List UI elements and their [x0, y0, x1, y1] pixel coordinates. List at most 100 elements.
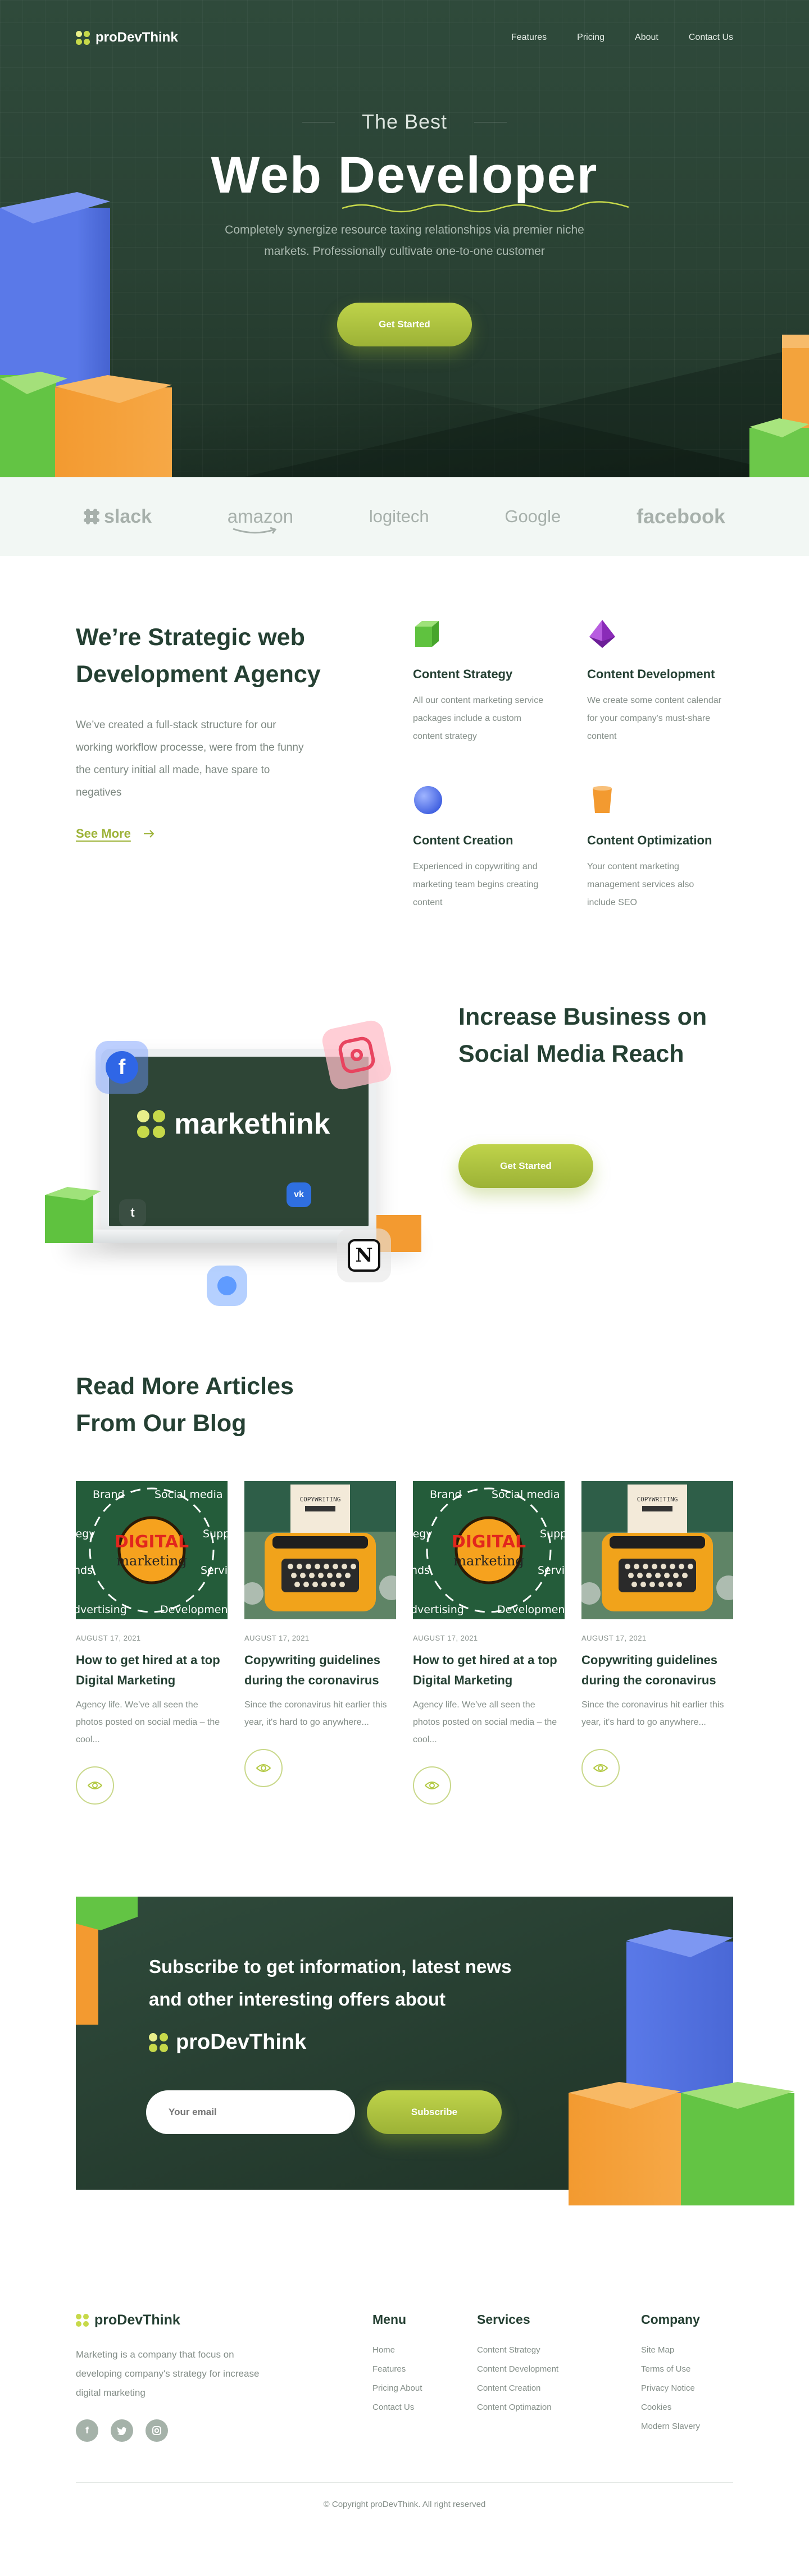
footer-link-terms[interactable]: Terms of Use [641, 2360, 733, 2379]
typewriter-image: COPYWRITING [244, 1481, 396, 1619]
view-post-button[interactable] [244, 1749, 283, 1787]
social-get-started-button[interactable]: Get Started [458, 1144, 593, 1188]
facebook-icon[interactable]: f [76, 2419, 98, 2442]
top-nav: proDevThink Features Pricing About Conta… [76, 0, 733, 75]
logo-dots-icon [149, 2033, 168, 2052]
footer-link-content-optimization[interactable]: Content Optimazion [477, 2398, 641, 2417]
footer-link-privacy[interactable]: Privacy Notice [641, 2379, 733, 2398]
footer-link-content-strategy[interactable]: Content Strategy [477, 2341, 641, 2360]
post-title[interactable]: How to get hired at a top Digital Market… [76, 1650, 228, 1691]
green-cube-decoration [76, 1897, 138, 1930]
strategy-description: We’ve created a full-stack structure for… [76, 719, 304, 798]
green-cube-icon [413, 619, 443, 649]
subscribe-brand-text: proDevThink [176, 2030, 307, 2054]
footer-link-features[interactable]: Features [372, 2360, 477, 2379]
post-title[interactable]: How to get hired at a top Digital Market… [413, 1650, 565, 1691]
logo-dots-icon [76, 30, 90, 45]
digital-word: DIGITAL [115, 1532, 189, 1552]
post-date: AUGUST 17, 2021 [581, 1634, 647, 1642]
nav-link-features[interactable]: Features [511, 33, 547, 43]
email-input[interactable] [146, 2090, 355, 2134]
post-title[interactable]: Copywriting guidelines during the corona… [581, 1650, 733, 1691]
squiggle-underline-icon [342, 201, 629, 213]
feature-title: Content Optimization [587, 833, 712, 847]
eye-icon [425, 1782, 439, 1789]
orange-cube-decoration [569, 2093, 681, 2205]
eye-icon [88, 1782, 102, 1789]
footer-link-content-development[interactable]: Content Development [477, 2360, 641, 2379]
footer-link-cookies[interactable]: Cookies [641, 2398, 733, 2417]
footer-link-content-creation[interactable]: Content Creation [477, 2379, 641, 2398]
blog-post-card[interactable]: DIGITAL marketing Brand Social media teg… [413, 1481, 565, 1805]
notion-app-icon: N [337, 1228, 391, 1282]
blog-post-card[interactable]: DIGITAL marketing Brand Social media teg… [76, 1481, 228, 1805]
social-media-word: Social media [492, 1488, 560, 1501]
footer-about: proDevThink Marketing is a company that … [76, 2312, 278, 2442]
brand-slack: slack [84, 506, 152, 528]
blog-grid: DIGITAL marketing Brand Social media teg… [76, 1481, 733, 1805]
orange-cube-right-top [782, 335, 809, 348]
blue-app-icon [207, 1266, 247, 1306]
nav-link-pricing[interactable]: Pricing [577, 33, 605, 43]
slack-logo-icon [84, 509, 99, 524]
footer-link-site-map[interactable]: Site Map [641, 2341, 733, 2360]
footer-col-title: Services [477, 2312, 530, 2327]
hero-subtitle: Completely synergize resource taxing rel… [225, 223, 584, 258]
social-section: markethink f t vk N Increase Business on… [0, 970, 809, 1335]
view-post-button[interactable] [76, 1766, 114, 1805]
purple-gem-icon [587, 619, 617, 649]
feature-grid: Content Strategy All our content marketi… [413, 619, 733, 912]
footer-link-modern-slavery[interactable]: Modern Slavery [641, 2417, 733, 2436]
post-date: AUGUST 17, 2021 [76, 1634, 141, 1642]
social-content: Increase Business on Social Media Reach … [458, 998, 751, 1188]
feature-title: Content Strategy [413, 667, 513, 681]
screen-brand-text: markethink [174, 1108, 330, 1140]
nav-link-about[interactable]: About [635, 33, 658, 43]
eye-icon [593, 1764, 608, 1772]
blog-post-card[interactable]: COPYWRITING AUGUST 17, 2021 Copywriting … [244, 1481, 396, 1805]
brand-name: proDevThink [96, 30, 178, 45]
blog-title: Read More Articles From Our Blog [76, 1373, 294, 1437]
nav-link-contact[interactable]: Contact Us [689, 33, 733, 43]
subscribe-button[interactable]: Subscribe [367, 2090, 502, 2134]
subscribe-brand: proDevThink [149, 2030, 306, 2054]
strategy-intro: We’re Strategic web Development Agency W… [76, 619, 340, 912]
instagram-icon[interactable] [146, 2419, 168, 2442]
hero-title-text: Web Developer [211, 147, 598, 204]
brand-slack-text: slack [104, 505, 152, 527]
blog-section: Read More Articles From Our Blog DIGITAL… [0, 1335, 809, 1897]
view-post-button[interactable] [413, 1766, 451, 1805]
twitter-icon[interactable] [111, 2419, 133, 2442]
see-more-link[interactable]: See More [76, 826, 154, 841]
advertising-word: dvertising [413, 1604, 464, 1616]
footer-col-title: Menu [372, 2312, 407, 2327]
feature-title: Content Development [587, 667, 715, 681]
footer-link-contact[interactable]: Contact Us [372, 2398, 477, 2417]
view-post-button[interactable] [581, 1749, 620, 1787]
marketing-word: marketing [453, 1553, 524, 1569]
support-word: Supp [540, 1528, 565, 1540]
feature-description: All our content marketing service packag… [413, 696, 544, 741]
eye-icon [256, 1764, 271, 1772]
strategy-section: We’re Strategic web Development Agency W… [0, 556, 809, 970]
brand-logo[interactable]: proDevThink [76, 30, 178, 45]
footer-logo[interactable]: proDevThink [76, 2312, 278, 2328]
digital-marketing-image: DIGITAL marketing Brand Social media teg… [413, 1481, 565, 1619]
services-word: Servi [201, 1564, 228, 1577]
feature-content-development: Content Development We create some conte… [587, 619, 733, 746]
footer-col-services: Services Content Strategy Content Develo… [477, 2312, 641, 2442]
footer-description: Marketing is a company that focus on dev… [76, 2349, 260, 2398]
footer-link-pricing-about[interactable]: Pricing About [372, 2379, 477, 2398]
footer-link-home[interactable]: Home [372, 2341, 477, 2360]
strategy-word: tegy [76, 1528, 95, 1540]
brand-google: Google [505, 506, 561, 526]
blog-post-card[interactable]: COPYWRITING AUGUST 17, 2021 Copywriting … [581, 1481, 733, 1805]
post-title[interactable]: Copywriting guidelines during the corona… [244, 1650, 396, 1691]
subscribe-title: Subscribe to get information, latest new… [149, 1956, 512, 2009]
services-word: Servi [538, 1564, 565, 1577]
post-excerpt: Agency life. We’ve all seen the photos p… [413, 1700, 557, 1744]
brand-facebook: facebook [636, 505, 725, 528]
hero-get-started-button[interactable]: Get Started [337, 303, 472, 346]
copyright-text: © Copyright proDevThink. All right reser… [323, 2500, 486, 2509]
post-excerpt: Since the coronavirus hit earlier this y… [581, 1700, 724, 1727]
